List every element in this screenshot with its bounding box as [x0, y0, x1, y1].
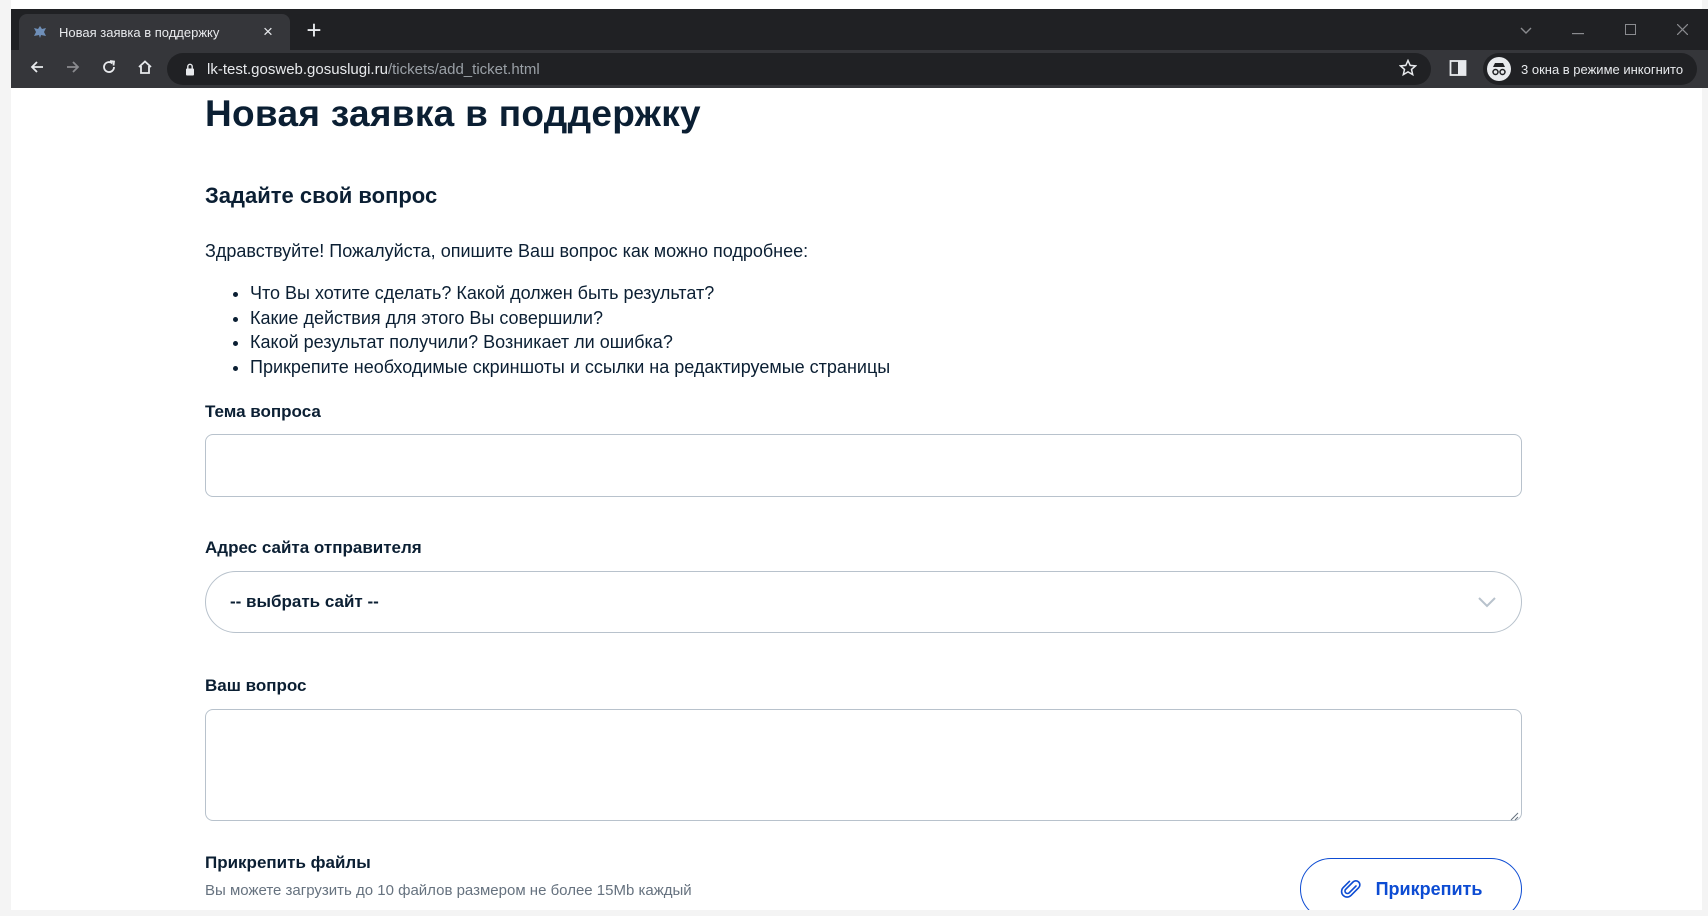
window-controls: [1500, 9, 1708, 50]
gerb-icon: [31, 23, 49, 41]
instructions-list: Что Вы хотите сделать? Какой должен быть…: [230, 281, 890, 379]
url-host: lk-test.gosweb.gosuslugi.ru: [207, 60, 388, 78]
frame-bottom-edge: [0, 910, 1708, 916]
forward-button[interactable]: [55, 53, 91, 85]
page-viewport: Новая заявка в поддержку Задайте свой во…: [11, 88, 1702, 910]
lock-icon[interactable]: [185, 63, 199, 76]
question-label: Ваш вопрос: [205, 676, 307, 695]
back-button[interactable]: [19, 53, 55, 85]
arrow-left-icon: [29, 59, 45, 80]
site-label: Адрес сайта отправителя: [205, 538, 422, 557]
list-item: Прикрепите необходимые скриншоты и ссылк…: [250, 355, 890, 380]
list-item: Какой результат получили? Возникает ли о…: [250, 330, 890, 355]
section-title: Задайте свой вопрос: [205, 183, 438, 208]
home-icon: [137, 59, 153, 80]
tab-close-icon[interactable]: ×: [258, 22, 278, 42]
side-panel-icon[interactable]: [1449, 59, 1469, 79]
tab-title: Новая заявка в поддержку: [59, 24, 220, 40]
incognito-indicator[interactable]: 3 окна в режиме инкогнито: [1483, 53, 1698, 85]
reload-icon: [101, 59, 117, 80]
site-select[interactable]: -- выбрать сайт --: [205, 571, 1522, 633]
attach-button-label: Прикрепить: [1375, 878, 1483, 899]
chevron-down-icon: [1477, 593, 1497, 613]
address-bar[interactable]: lk-test.gosweb.gosuslugi.ru/tickets/add_…: [167, 53, 1431, 85]
close-window-icon[interactable]: [1656, 22, 1708, 38]
browser-toolbar: lk-test.gosweb.gosuslugi.ru/tickets/add_…: [11, 50, 1708, 88]
resize-grip-icon[interactable]: [1509, 808, 1519, 826]
site-select-value: -- выбрать сайт --: [230, 592, 379, 611]
home-button[interactable]: [127, 53, 163, 85]
url-path: /tickets/add_ticket.html: [387, 60, 540, 78]
list-item: Какие действия для этого Вы совершили?: [250, 306, 890, 331]
arrow-right-icon: [65, 59, 81, 80]
screenshot-frame: Новая заявка в поддержку × + lk-test.gos…: [0, 0, 1708, 916]
attach-button[interactable]: Прикрепить: [1300, 858, 1522, 910]
intro-text: Здравствуйте! Пожалуйста, опишите Ваш во…: [205, 241, 809, 261]
list-item: Что Вы хотите сделать? Какой должен быть…: [250, 281, 890, 306]
browser-tab-active[interactable]: Новая заявка в поддержку ×: [19, 14, 290, 50]
incognito-label: 3 окна в режиме инкогнито: [1521, 61, 1684, 77]
question-textarea[interactable]: [205, 709, 1522, 821]
incognito-icon: [1487, 57, 1511, 81]
page-title: Новая заявка в поддержку: [205, 93, 701, 134]
frame-left-edge: [0, 0, 11, 916]
minimize-icon[interactable]: [1552, 22, 1604, 38]
maximize-icon[interactable]: [1604, 22, 1656, 38]
browser-tabbar: Новая заявка в поддержку × +: [11, 9, 1708, 50]
reload-button[interactable]: [91, 53, 127, 85]
files-hint: Вы можете загрузить до 10 файлов размеро…: [205, 882, 692, 899]
topic-label: Тема вопроса: [205, 402, 321, 421]
tab-search-icon[interactable]: [1500, 22, 1552, 38]
frame-right-edge: [1702, 0, 1708, 916]
paperclip-icon: [1340, 878, 1362, 900]
topic-input[interactable]: [205, 434, 1522, 497]
files-label: Прикрепить файлы: [205, 853, 371, 872]
new-tab-button[interactable]: +: [301, 17, 327, 44]
star-icon[interactable]: [1398, 58, 1418, 81]
